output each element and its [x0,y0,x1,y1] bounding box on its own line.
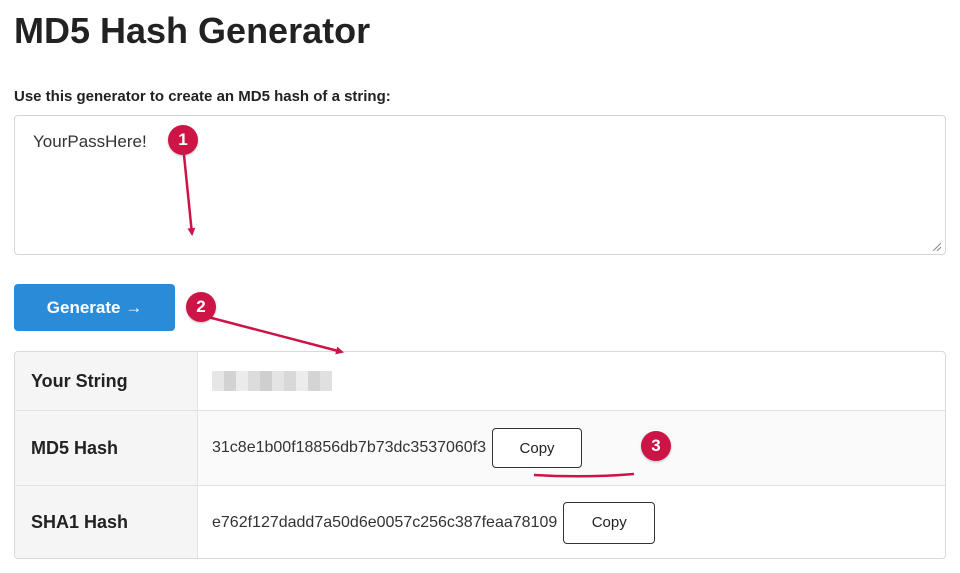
sha1-hash-value: e762f127dadd7a50d6e0057c256c387feaa78109 [212,513,558,531]
input-prompt-label: Use this generator to create an MD5 hash… [14,88,391,105]
annotation-marker-2: 2 [186,292,216,322]
copy-sha1-button[interactable]: Copy [563,501,656,544]
table-row: Your String [15,352,945,410]
string-input-value: YourPassHere! [33,132,147,151]
annotation-arrow-2 [207,315,344,355]
table-row: MD5 Hash 31c8e1b00f18856db7b73dc3537060f… [15,410,945,485]
your-string-label: Your String [15,352,198,410]
annotation-marker-1: 1 [168,125,198,155]
results-table: Your String MD5 Hash 31c8e1b00f18856db7b… [14,351,946,559]
sha1-hash-value-cell: e762f127dadd7a50d6e0057c256c387feaa78109… [198,486,945,558]
annotation-marker-3: 3 [641,431,671,461]
sha1-hash-label: SHA1 Hash [15,486,198,558]
generate-button[interactable]: Generate → [14,284,175,331]
md5-hash-label: MD5 Hash [15,411,198,485]
your-string-value [198,352,945,410]
redacted-string [212,371,332,391]
md5-hash-value: 31c8e1b00f18856db7b73dc3537060f3 [212,439,487,456]
md5-hash-value-cell: 31c8e1b00f18856db7b73dc3537060f3 Copy [198,411,945,485]
copy-md5-button[interactable]: Copy [492,428,583,468]
string-input[interactable]: YourPassHere! [14,115,946,255]
resize-grip-icon[interactable] [932,242,941,251]
table-row: SHA1 Hash e762f127dadd7a50d6e0057c256c38… [15,485,945,558]
page-title: MD5 Hash Generator [14,10,371,51]
